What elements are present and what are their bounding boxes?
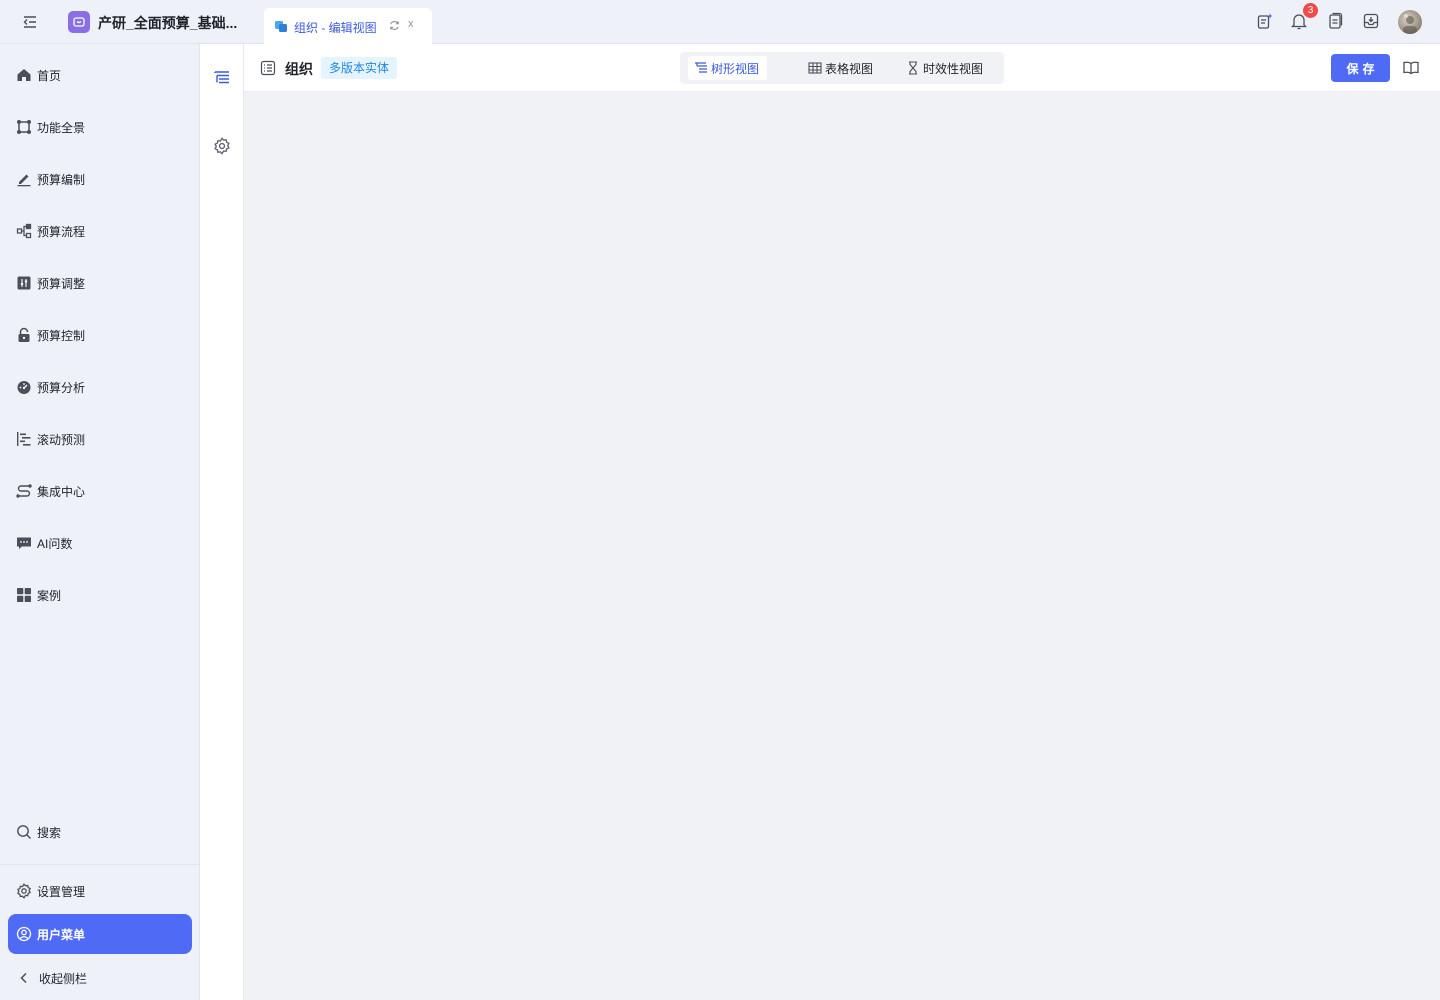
tab-label: 组织 - 编辑视图 xyxy=(294,21,377,35)
secondary-rail xyxy=(200,44,244,1000)
sidebar-item-label: 预算控制 xyxy=(37,328,86,343)
sidebar-item-label: 预算调整 xyxy=(37,276,86,291)
table-icon xyxy=(808,62,822,74)
tab-tree-view[interactable]: 树形视图 xyxy=(688,56,768,80)
sidebar-item-budget-analysis[interactable]: 预算分析 xyxy=(8,367,192,407)
user-circle-icon xyxy=(16,926,32,942)
notification-badge: 3 xyxy=(1303,3,1318,18)
sidebar-item-label: 预算分析 xyxy=(37,380,86,395)
chat-icon xyxy=(17,537,31,549)
sidebar-item-label: 首页 xyxy=(37,68,62,83)
sidebar-item-budget-control[interactable]: 预算控制 xyxy=(8,315,192,355)
sidebar-item-user-menu[interactable]: 用户菜单 xyxy=(8,914,192,954)
task-ai-icon[interactable] xyxy=(1256,12,1274,30)
adjust-icon xyxy=(17,276,31,290)
sidebar-item-ai-query[interactable]: AI问数 xyxy=(8,523,192,563)
overview-icon xyxy=(17,120,31,134)
integration-icon xyxy=(16,484,32,498)
sidebar-item-label: 预算编制 xyxy=(37,172,86,187)
tab-timeliness-view[interactable]: 时效性视图 xyxy=(900,56,991,80)
sidebar-item-home[interactable]: 首页 xyxy=(8,55,192,95)
sidebar-item-settings[interactable]: 设置管理 xyxy=(8,871,192,911)
refresh-icon[interactable] xyxy=(388,19,401,32)
sidebar-collapse-button[interactable]: 收起侧栏 xyxy=(8,958,192,998)
lock-icon xyxy=(18,327,30,342)
view-label: 时效性视图 xyxy=(923,61,984,76)
sidebar-item-budget-edit[interactable]: 预算编制 xyxy=(8,159,192,199)
menu-collapse-icon[interactable] xyxy=(20,13,40,31)
home-icon xyxy=(17,69,31,81)
sidebar-item-label: 滚动预测 xyxy=(37,432,86,447)
search-icon xyxy=(17,825,31,839)
sidebar-item-budget-flow[interactable]: 预算流程 xyxy=(8,211,192,251)
sidebar-item-cases[interactable]: 案例 xyxy=(8,575,192,615)
view-label: 树形视图 xyxy=(711,61,760,76)
flow-icon xyxy=(16,223,32,239)
sidebar-item-search[interactable]: 搜索 xyxy=(8,812,192,852)
sidebar-item-label: 搜索 xyxy=(37,825,62,840)
book-icon[interactable] xyxy=(1402,59,1420,77)
gear-icon[interactable] xyxy=(213,137,231,155)
entity-type-tag: 多版本实体 xyxy=(321,57,398,79)
sidebar-item-label: 设置管理 xyxy=(37,884,86,899)
tab-table-view[interactable]: 表格视图 xyxy=(802,56,881,80)
save-button[interactable]: 保存 xyxy=(1331,54,1390,82)
documents-icon[interactable] xyxy=(1326,12,1344,30)
sidebar-item-label: 用户菜单 xyxy=(37,927,86,942)
grid-icon xyxy=(17,588,31,602)
view-label: 表格视图 xyxy=(825,61,874,76)
sidebar-item-rolling-forecast[interactable]: 滚动预测 xyxy=(8,419,192,459)
sidebar-divider xyxy=(0,864,199,865)
app-logo[interactable] xyxy=(68,11,90,33)
view-switcher: 树形视图 表格视图 时效性视图 xyxy=(680,52,1004,84)
sidebar: 首页 功能全景 预算编制 预算流程 预算调整 预算控制 预算分析 滚动预测 集成… xyxy=(0,44,200,1000)
tab-org-edit-view[interactable]: 组织 - 编辑视图 x xyxy=(264,8,432,44)
sidebar-item-label: AI问数 xyxy=(37,536,73,551)
app-title[interactable]: 产研_全面预算_基础... xyxy=(98,13,237,33)
sidebar-item-label: 收起侧栏 xyxy=(39,971,88,986)
hourglass-icon xyxy=(909,61,917,75)
sidebar-item-budget-adjust[interactable]: 预算调整 xyxy=(8,263,192,303)
inbox-download-icon[interactable] xyxy=(1362,12,1380,30)
tree-icon xyxy=(695,62,707,73)
list-view-icon[interactable] xyxy=(213,69,231,87)
dashboard-icon xyxy=(17,381,31,394)
content-canvas xyxy=(244,92,1440,1000)
user-avatar[interactable] xyxy=(1398,10,1422,34)
gear-icon xyxy=(17,883,31,899)
sidebar-item-label: 预算流程 xyxy=(37,224,86,239)
page-title: 组织 xyxy=(285,61,313,77)
tab-close-icon[interactable]: x xyxy=(408,18,414,30)
list-doc-icon xyxy=(260,60,276,76)
top-bar: 产研_全面预算_基础... 组织 - 编辑视图 x 3 xyxy=(0,0,1440,44)
content-header: 组织 多版本实体 树形视图 表格视图 时效性视图 保存 xyxy=(244,44,1440,92)
sidebar-item-label: 功能全景 xyxy=(37,120,86,135)
chevron-left-icon xyxy=(20,972,27,984)
sidebar-item-label: 案例 xyxy=(37,588,62,603)
sidebar-item-overview[interactable]: 功能全景 xyxy=(8,107,192,147)
edit-icon xyxy=(17,174,31,187)
forecast-icon xyxy=(17,432,31,446)
tab-entity-icon xyxy=(275,21,287,32)
sidebar-item-label: 集成中心 xyxy=(37,484,86,499)
sidebar-item-integration[interactable]: 集成中心 xyxy=(8,471,192,511)
